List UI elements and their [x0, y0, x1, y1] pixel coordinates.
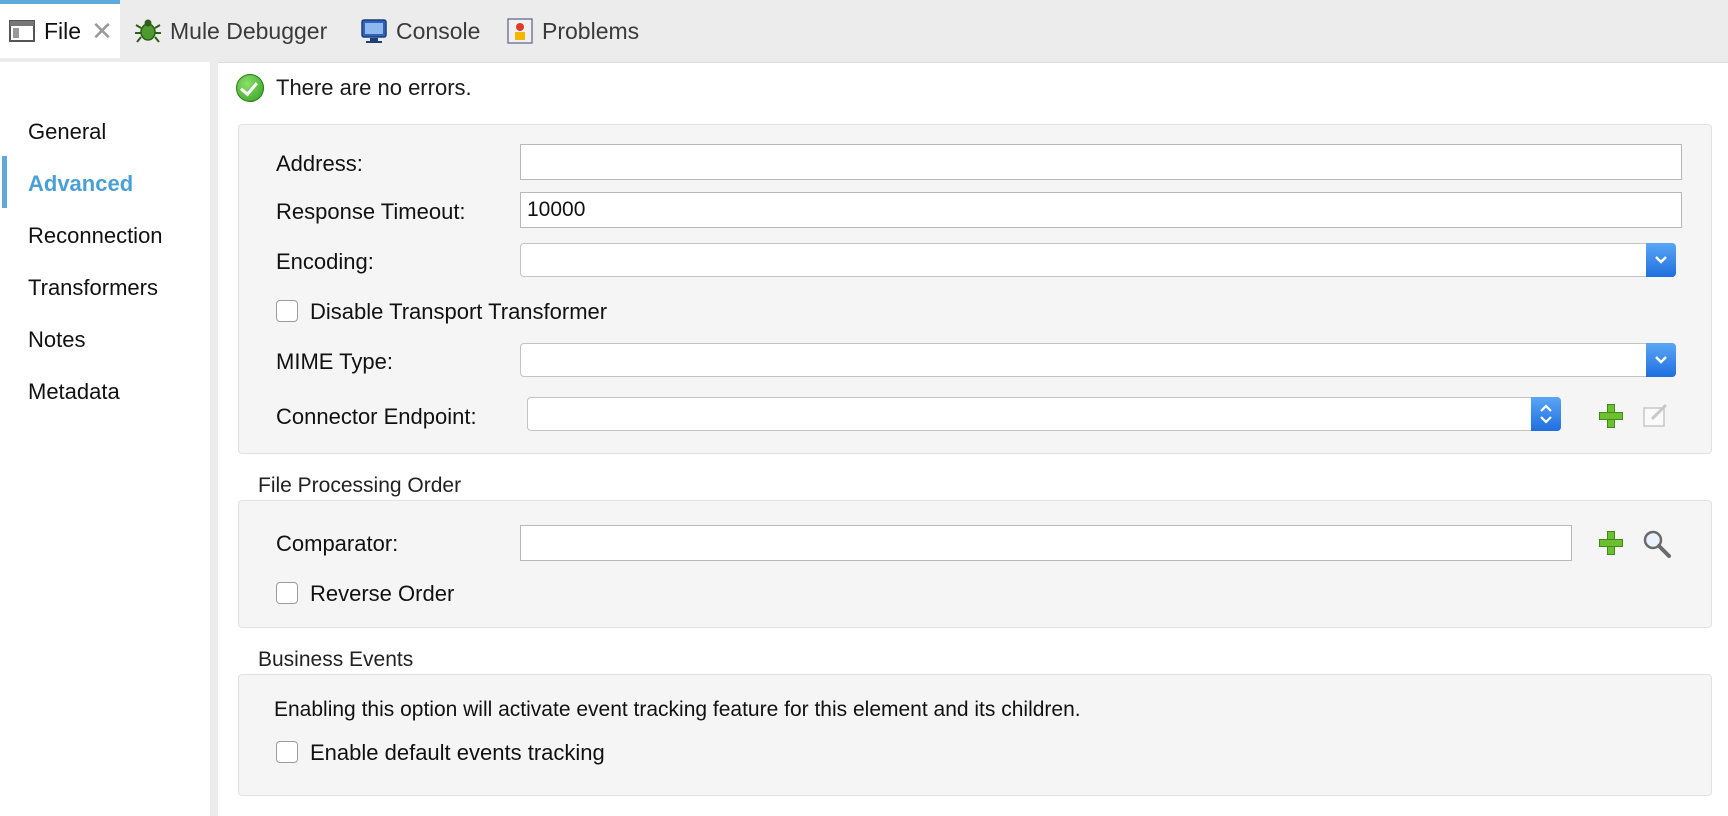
address-label: Address: — [276, 151, 363, 176]
business-events-title: Business Events — [258, 648, 414, 671]
enable-events-tracking-label: Enable default events tracking — [310, 740, 605, 765]
reverse-order-checkbox[interactable] — [276, 582, 298, 604]
tab-label: Problems — [542, 17, 640, 44]
chevron-updown-icon[interactable] — [1531, 397, 1561, 431]
comparator-input[interactable] — [520, 525, 1572, 561]
monitor-icon — [360, 17, 388, 45]
tab-console[interactable]: Console — [360, 0, 480, 62]
connector-endpoint-label: Connector Endpoint: — [276, 404, 477, 429]
tab-label: Mule Debugger — [170, 17, 328, 44]
close-icon[interactable]: ✕ — [91, 18, 113, 44]
file-processing-order-panel — [238, 500, 1712, 628]
nav-item-reconnection[interactable]: Reconnection — [28, 221, 163, 251]
chevron-down-icon[interactable] — [1646, 243, 1676, 277]
edit-connector-icon[interactable] — [1642, 403, 1668, 427]
validation-status: There are no errors. — [236, 74, 472, 102]
disable-transformer-label: Disable Transport Transformer — [310, 299, 608, 324]
tab-problems[interactable]: Problems — [506, 0, 639, 62]
check-circle-icon — [236, 74, 264, 102]
add-comparator-icon[interactable] — [1598, 530, 1624, 556]
add-connector-icon[interactable] — [1598, 403, 1624, 429]
mime-type-select[interactable] — [520, 343, 1676, 377]
problems-icon — [506, 17, 534, 45]
file-processing-order-title: File Processing Order — [258, 474, 462, 497]
encoding-label: Encoding: — [276, 249, 374, 274]
mime-type-label: MIME Type: — [276, 349, 393, 374]
editor-tab-bar: File ✕ Mule Debugger Console Problems — [0, 0, 1728, 63]
nav-active-marker — [2, 156, 7, 208]
nav-item-advanced[interactable]: Advanced — [28, 169, 133, 199]
enable-events-tracking-checkbox[interactable] — [276, 741, 298, 763]
status-text: There are no errors. — [276, 75, 472, 100]
reverse-order-label: Reverse Order — [310, 581, 455, 606]
bug-icon — [134, 17, 162, 45]
tab-label: File — [44, 17, 82, 44]
nav-item-transformers[interactable]: Transformers — [28, 273, 158, 303]
nav-divider[interactable] — [210, 62, 218, 816]
tab-mule-debugger[interactable]: Mule Debugger — [134, 0, 327, 62]
encoding-select[interactable] — [520, 243, 1676, 277]
connector-endpoint-select[interactable] — [527, 397, 1561, 431]
business-events-panel — [238, 674, 1712, 796]
file-icon — [8, 17, 36, 45]
nav-item-metadata[interactable]: Metadata — [28, 377, 120, 407]
tab-file[interactable]: File ✕ — [0, 0, 120, 58]
chevron-down-icon[interactable] — [1646, 343, 1676, 377]
business-events-description: Enabling this option will activate event… — [274, 698, 1081, 721]
address-input[interactable] — [520, 144, 1682, 180]
nav-item-notes[interactable]: Notes — [28, 325, 85, 355]
tab-label: Console — [396, 17, 481, 44]
response-timeout-label: Response Timeout: — [276, 199, 466, 224]
search-icon[interactable] — [1642, 529, 1671, 558]
nav-item-general[interactable]: General — [28, 117, 106, 147]
disable-transformer-checkbox[interactable] — [276, 300, 298, 322]
response-timeout-input[interactable] — [520, 192, 1682, 228]
comparator-label: Comparator: — [276, 531, 399, 556]
